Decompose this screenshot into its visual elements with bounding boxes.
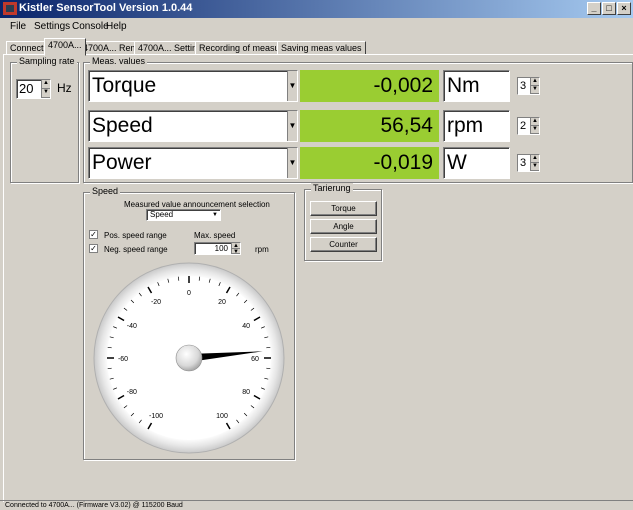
sampling-rate-input[interactable]: 20 ▲ ▼ (16, 79, 51, 99)
tare-label: Tarierung (311, 183, 353, 193)
announce-select[interactable]: Speed ▼ (146, 209, 221, 221)
spin-up-icon[interactable]: ▲ (42, 80, 50, 89)
meas-value-torque: -0,002 (300, 70, 439, 102)
gauge-tick-label: 0 (187, 290, 191, 297)
sampling-rate-value: 20 (19, 81, 34, 96)
spin-up-icon[interactable]: ▲ (232, 243, 240, 249)
announce-value: Speed (150, 210, 174, 219)
max-speed-value: 100 (214, 244, 228, 253)
title-bar: Kistler SensorTool Version 1.0.44 _ □ × (0, 0, 633, 18)
meas-select-label: Torque (92, 74, 157, 97)
spin-up-icon[interactable]: ▲ (531, 78, 539, 86)
gauge-tick-label: 40 (242, 323, 250, 330)
meas-select-torque[interactable]: Torque ▼ (88, 70, 298, 102)
spin-down-icon[interactable]: ▼ (531, 86, 539, 94)
spin-down-icon[interactable]: ▼ (42, 89, 50, 98)
spin-down-icon[interactable]: ▼ (531, 163, 539, 171)
sampling-rate-spinner[interactable]: ▲ ▼ (41, 80, 50, 98)
spin-down-icon[interactable]: ▼ (531, 126, 539, 134)
sampling-rate-label: Sampling rate (17, 56, 77, 66)
meas-value-speed: 56,54 (300, 110, 439, 142)
decimals-spinner[interactable]: ▲ ▼ (530, 78, 539, 94)
gauge-hub (175, 344, 203, 372)
meas-unit-speed: rpm (443, 110, 510, 142)
meas-select-power[interactable]: Power ▼ (88, 147, 298, 179)
menu-help[interactable]: Help (106, 21, 127, 32)
minimize-button[interactable]: _ (587, 2, 601, 15)
sampling-rate-unit: Hz (57, 81, 72, 95)
spin-down-icon[interactable]: ▼ (232, 249, 240, 255)
dropdown-arrow-icon[interactable]: ▼ (287, 71, 297, 101)
meas-select-speed[interactable]: Speed ▼ (88, 110, 298, 142)
tab-4700a[interactable]: 4700A... (44, 38, 86, 56)
meas-unit-power: W (443, 147, 510, 179)
meas-unit-torque: Nm (443, 70, 510, 102)
decimals-stepper-power[interactable]: 3 ▲ ▼ (517, 154, 540, 172)
decimals-stepper-torque[interactable]: 3 ▲ ▼ (517, 77, 540, 95)
gauge-tick-label: -100 (149, 413, 163, 420)
maximize-button[interactable]: □ (602, 2, 616, 15)
max-speed-spinner[interactable]: ▲ ▼ (231, 243, 240, 255)
menu-file[interactable]: File (10, 21, 26, 32)
gauge-tick-label: 80 (242, 389, 250, 396)
app-icon (3, 2, 17, 15)
gauge-tick-label: -40 (127, 323, 137, 330)
neg-speed-checkbox[interactable]: ✓ (89, 244, 98, 253)
gauge-tick-label: 20 (218, 299, 226, 306)
announce-label: Measured value announcement selection (124, 200, 270, 209)
meas-values-label: Meas. values (90, 56, 148, 66)
status-bar: Connected to 4700A... (Firmware V3.02) @… (0, 500, 633, 510)
pos-speed-label: Pos. speed range (104, 231, 167, 240)
window-title: Kistler SensorTool Version 1.0.44 (19, 2, 193, 14)
tare-counter-button[interactable]: Counter (310, 237, 377, 252)
menu-settings[interactable]: Settings (34, 21, 70, 32)
gauge-tick-label: 100 (216, 413, 228, 420)
gauge-tick-label: -20 (151, 299, 161, 306)
menu-bar: File Settings Console Help (0, 18, 633, 36)
spin-up-icon[interactable]: ▲ (531, 155, 539, 163)
pos-speed-checkbox[interactable]: ✓ (89, 230, 98, 239)
dropdown-arrow-icon[interactable]: ▼ (287, 148, 297, 178)
decimals-spinner[interactable]: ▲ ▼ (530, 155, 539, 171)
speed-group-label: Speed (90, 186, 121, 196)
sampling-rate-group: Sampling rate 20 ▲ ▼ Hz (10, 56, 79, 183)
meas-select-label: Speed (92, 114, 153, 137)
decimals-value: 3 (520, 80, 527, 92)
tare-angle-button[interactable]: Angle (310, 219, 377, 234)
gauge-tick-label: -80 (127, 389, 137, 396)
max-speed-input[interactable]: 100 ▲ ▼ (194, 242, 241, 255)
decimals-value: 3 (520, 157, 527, 169)
spin-up-icon[interactable]: ▲ (531, 118, 539, 126)
tare-torque-button[interactable]: Torque (310, 201, 377, 216)
neg-speed-label: Neg. speed range (104, 245, 168, 254)
close-button[interactable]: × (617, 2, 631, 15)
tab-bar: Connection 4700A... 4700A... Remote 4700… (0, 37, 633, 56)
max-speed-unit: rpm (255, 245, 269, 254)
menu-console[interactable]: Console (72, 21, 109, 32)
dropdown-arrow-icon[interactable]: ▼ (212, 210, 218, 220)
decimals-spinner[interactable]: ▲ ▼ (530, 118, 539, 134)
decimals-value: 2 (520, 120, 527, 132)
gauge-tick-label: 60 (251, 356, 259, 363)
status-text: Connected to 4700A... (Firmware V3.02) @… (5, 502, 183, 509)
max-speed-label: Max. speed (194, 231, 236, 240)
gauge-tick-label: -60 (118, 356, 128, 363)
speed-gauge: 0 20 40 60 80 100 -20 -40 -60 -80 -100 (93, 262, 285, 454)
tab-saving[interactable]: Saving meas values (277, 41, 366, 55)
decimals-stepper-speed[interactable]: 2 ▲ ▼ (517, 117, 540, 135)
meas-value-power: -0,019 (300, 147, 439, 179)
meas-select-label: Power (92, 151, 152, 174)
dropdown-arrow-icon[interactable]: ▼ (287, 111, 297, 141)
